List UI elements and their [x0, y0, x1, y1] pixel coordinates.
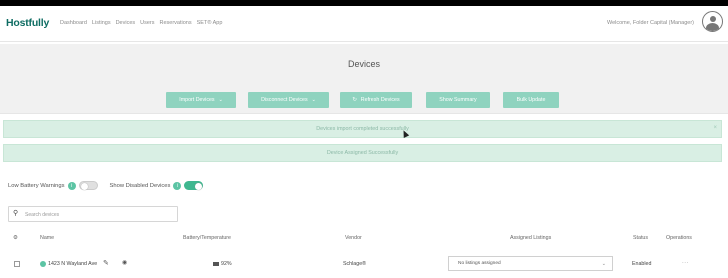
info-icon[interactable]: i [173, 181, 182, 190]
import-success-alert: Devices import completed successfully × [3, 120, 722, 138]
logo[interactable]: Hostfully [6, 17, 49, 29]
import-devices-button[interactable]: Import Devices ⌄ [166, 92, 236, 108]
gear-icon[interactable]: ⚙ [13, 235, 18, 241]
filter-toggles: Low Battery Warnings i Show Disabled Dev… [8, 181, 204, 190]
assigned-listings-select[interactable]: No listings assigned ⌄ [448, 256, 613, 271]
column-header-name[interactable]: Name [40, 235, 54, 241]
more-icon[interactable]: ··· [682, 260, 689, 266]
search-box: ⚲ [8, 206, 178, 222]
chevron-down-icon: ⌄ [218, 97, 223, 103]
vendor-value: Schlage® [343, 261, 367, 267]
status-value: Enabled [632, 261, 652, 267]
assign-success-text: Device Assigned Successfully [326, 150, 399, 156]
show-summary-button[interactable]: Show Summary [426, 92, 490, 108]
low-battery-label: Low Battery Warnings [8, 182, 65, 189]
nav-item-set-app[interactable]: SET® App [197, 20, 223, 26]
app-window: Hostfully Dashboard Listings Devices Use… [0, 6, 728, 278]
chevron-down-icon: ⌄ [601, 261, 606, 267]
column-header-listings[interactable]: Assigned Listings [510, 235, 551, 241]
refresh-devices-label: Refresh Devices [360, 97, 400, 103]
nav-item-devices[interactable]: Devices [116, 20, 136, 26]
low-battery-toggle[interactable] [78, 181, 98, 190]
nav-links: Dashboard Listings Devices Users Reserva… [60, 20, 222, 26]
page-header: Devices Import Devices ⌄ Disconnect Devi… [0, 44, 728, 114]
show-summary-label: Show Summary [439, 97, 477, 103]
row-checkbox[interactable] [14, 261, 20, 267]
eye-icon[interactable]: ◉ [122, 259, 127, 266]
close-icon[interactable]: × [713, 125, 717, 131]
column-header-status[interactable]: Status [633, 235, 648, 241]
refresh-icon: ↻ [352, 97, 357, 103]
disconnect-devices-button[interactable]: Disconnect Devices ⌄ [248, 92, 329, 108]
search-input[interactable] [25, 209, 173, 220]
device-name[interactable]: 1423 N Wayland Ave [48, 261, 97, 267]
refresh-devices-button[interactable]: ↻ Refresh Devices [340, 92, 412, 108]
battery-value: 92% [221, 261, 232, 267]
show-disabled-toggle[interactable] [184, 181, 204, 190]
column-header-battery[interactable]: Battery/Temperature [183, 235, 231, 241]
page-title: Devices [347, 59, 380, 69]
user-avatar-icon[interactable] [702, 11, 723, 32]
assigned-listings-value: No listings assigned [458, 261, 501, 266]
chevron-down-icon: ⌄ [311, 97, 316, 103]
column-header-vendor[interactable]: Vendor [345, 235, 362, 241]
assign-success-alert: Device Assigned Successfully [3, 144, 722, 162]
nav-item-listings[interactable]: Listings [92, 20, 111, 26]
import-devices-label: Import Devices [179, 97, 215, 103]
disconnect-devices-label: Disconnect Devices [261, 97, 308, 103]
info-icon[interactable]: i [67, 181, 76, 190]
nav-item-users[interactable]: Users [140, 20, 154, 26]
column-header-operations: Operations [666, 235, 692, 241]
show-disabled-label: Show Disabled Devices [109, 182, 171, 189]
welcome-text: Welcome, Folder Capital (Manager) [606, 20, 694, 26]
bulk-update-button[interactable]: Bulk Update [503, 92, 559, 108]
top-navbar: Hostfully Dashboard Listings Devices Use… [0, 6, 728, 42]
status-dot-icon [40, 261, 46, 267]
pencil-icon[interactable]: ✎ [103, 259, 109, 267]
battery-icon [213, 262, 219, 266]
bulk-update-label: Bulk Update [516, 97, 546, 103]
import-success-text: Devices import completed successfully [316, 126, 409, 132]
search-icon: ⚲ [13, 210, 19, 217]
nav-item-dashboard[interactable]: Dashboard [60, 20, 87, 26]
nav-item-reservations[interactable]: Reservations [160, 20, 192, 26]
